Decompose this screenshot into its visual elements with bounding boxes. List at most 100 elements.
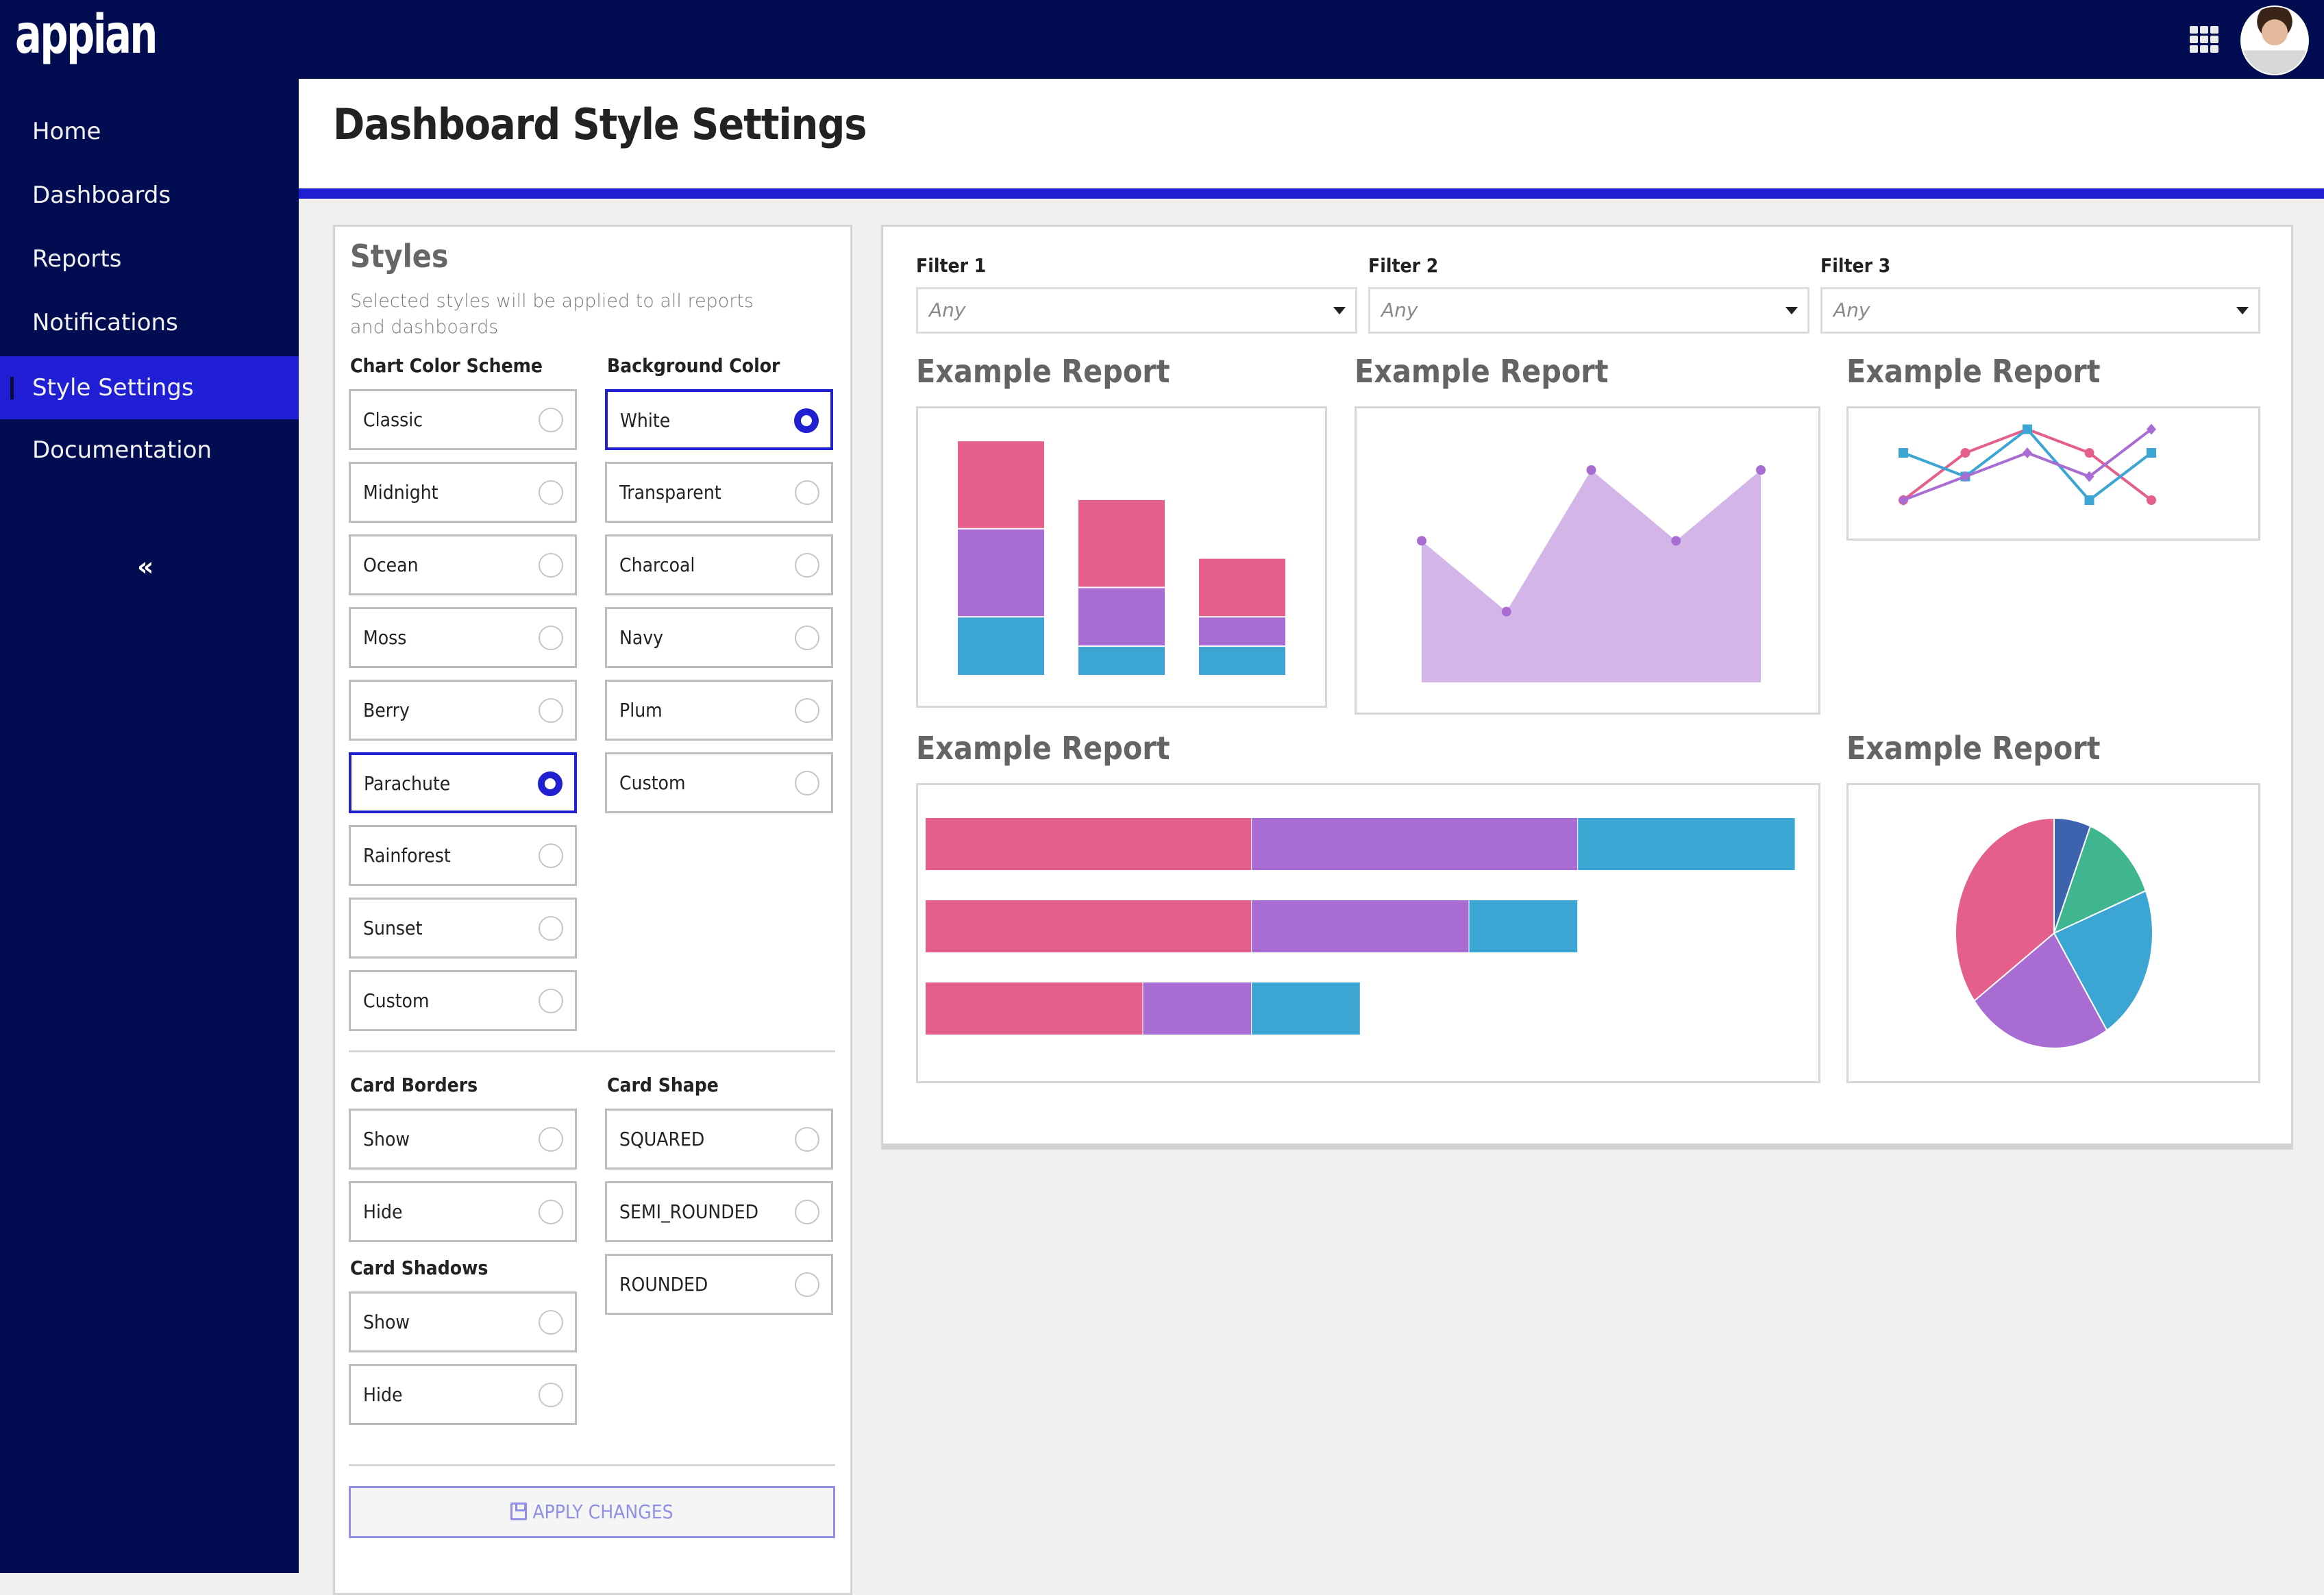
sidebar-item-home[interactable]: Home — [0, 100, 299, 163]
radio-empty-icon[interactable] — [539, 480, 563, 505]
pie-chart-svg — [1955, 817, 2153, 1049]
radio-empty-icon[interactable] — [795, 626, 819, 650]
line-point-square — [1899, 448, 1908, 458]
user-avatar[interactable] — [2240, 5, 2309, 75]
series-line — [1903, 428, 2153, 502]
line-point-square — [2147, 448, 2156, 458]
filter-3-label: Filter 3 — [1820, 254, 1891, 277]
background-color-option-navy[interactable]: Navy — [605, 607, 833, 668]
sidebar-item-label: Style Settings — [32, 374, 194, 401]
styles-description: Selected styles will be applied to all r… — [350, 290, 754, 338]
option-label: Navy — [619, 626, 664, 649]
save-icon — [510, 1503, 528, 1520]
apply-changes-button[interactable]: APPLY CHANGES — [349, 1486, 835, 1538]
card-shadows-option-show[interactable]: Show — [349, 1291, 577, 1352]
card-borders-option-hide[interactable]: Hide — [349, 1181, 577, 1242]
radio-empty-icon[interactable] — [795, 771, 819, 795]
background-color-option-charcoal[interactable]: Charcoal — [605, 534, 833, 595]
sidebar-item-documentation[interactable]: Documentation — [0, 419, 299, 482]
chart-color-scheme-option-custom[interactable]: Custom — [349, 970, 577, 1031]
appian-logo[interactable]: appian — [15, 4, 158, 66]
card-borders-option-show[interactable]: Show — [349, 1109, 577, 1170]
option-label: Parachute — [364, 772, 451, 795]
option-label: Moss — [363, 626, 407, 649]
chart-color-scheme-option-berry[interactable]: Berry — [349, 680, 577, 741]
page-title: Dashboard Style Settings — [333, 99, 867, 149]
area-point — [1501, 606, 1511, 617]
radio-empty-icon[interactable] — [539, 698, 563, 723]
filter-3-dropdown[interactable]: Any — [1820, 287, 2260, 334]
option-label: ROUNDED — [619, 1273, 708, 1296]
bar-segment — [1252, 900, 1469, 952]
filter-1-dropdown[interactable]: Any — [916, 287, 1357, 334]
chart-color-scheme-option-ocean[interactable]: Ocean — [349, 534, 577, 595]
card-shape-option-squared[interactable]: SQUARED — [605, 1109, 833, 1170]
option-label: Hide — [363, 1383, 403, 1406]
chart-color-scheme-option-sunset[interactable]: Sunset — [349, 898, 577, 959]
radio-empty-icon[interactable] — [795, 553, 819, 578]
line-chart-svg — [1899, 423, 2156, 506]
radio-empty-icon[interactable] — [539, 843, 563, 868]
card-shape-label: Card Shape — [607, 1074, 719, 1096]
stacked-column-chart — [916, 406, 1327, 708]
apps-grid-icon[interactable] — [2190, 26, 2220, 53]
radio-empty-icon[interactable] — [795, 1200, 819, 1224]
radio-empty-icon[interactable] — [795, 1127, 819, 1152]
sidebar-item-dashboards[interactable]: Dashboards — [0, 164, 299, 227]
filter-2-value: Any — [1381, 299, 1418, 321]
report-title: Example Report — [1355, 353, 1609, 390]
column-segment — [958, 617, 1044, 675]
bar-segment — [926, 818, 1252, 870]
background-color-option-transparent[interactable]: Transparent — [605, 462, 833, 523]
radio-empty-icon[interactable] — [539, 553, 563, 578]
chart-color-scheme-option-parachute[interactable]: Parachute — [349, 752, 577, 813]
radio-empty-icon[interactable] — [795, 1272, 819, 1297]
area-point — [1586, 465, 1596, 475]
sidebar-item-notifications[interactable]: Notifications — [0, 291, 299, 354]
card-shape-option-rounded[interactable]: ROUNDED — [605, 1254, 833, 1315]
radio-empty-icon[interactable] — [795, 480, 819, 505]
option-label: Show — [363, 1311, 410, 1333]
section-divider — [349, 1464, 835, 1466]
bar-segment — [1252, 982, 1360, 1035]
radio-selected-icon[interactable] — [538, 771, 563, 796]
area-point — [1671, 536, 1681, 546]
chart-color-scheme-option-moss[interactable]: Moss — [349, 607, 577, 668]
radio-empty-icon[interactable] — [539, 989, 563, 1013]
page-header: Dashboard Style Settings — [299, 79, 2324, 188]
card-shadows-option-hide[interactable]: Hide — [349, 1364, 577, 1425]
bar-segment — [926, 900, 1252, 952]
radio-empty-icon[interactable] — [539, 1383, 563, 1407]
option-label: SQUARED — [619, 1128, 705, 1150]
radio-empty-icon[interactable] — [539, 1127, 563, 1152]
sidebar-item-style-settings[interactable]: Style Settings — [0, 356, 299, 419]
card-shape-option-semi-rounded[interactable]: SEMI_ROUNDED — [605, 1181, 833, 1242]
option-label: SEMI_ROUNDED — [619, 1200, 758, 1223]
radio-empty-icon[interactable] — [539, 626, 563, 650]
radio-selected-icon[interactable] — [794, 408, 819, 433]
chart-color-scheme-option-midnight[interactable]: Midnight — [349, 462, 577, 523]
radio-empty-icon[interactable] — [539, 1200, 563, 1224]
background-color-option-custom[interactable]: Custom — [605, 752, 833, 813]
filter-1-value: Any — [929, 299, 966, 321]
radio-empty-icon[interactable] — [539, 916, 563, 941]
option-label: Show — [363, 1128, 410, 1150]
series-line — [1902, 428, 2153, 502]
bar-segment — [926, 982, 1143, 1035]
radio-empty-icon[interactable] — [539, 408, 563, 432]
collapse-sidebar-icon[interactable]: « — [137, 552, 154, 582]
background-color-option-plum[interactable]: Plum — [605, 680, 833, 741]
background-color-option-white[interactable]: White — [605, 389, 833, 450]
chart-color-scheme-option-classic[interactable]: Classic — [349, 389, 577, 450]
radio-empty-icon[interactable] — [795, 698, 819, 723]
area-point — [1756, 465, 1766, 475]
filter-2-dropdown[interactable]: Any — [1368, 287, 1809, 334]
radio-empty-icon[interactable] — [539, 1310, 563, 1335]
area-point — [1417, 536, 1426, 546]
stacked-bar-chart-svg — [926, 818, 1795, 1035]
chart-color-scheme-option-rainforest[interactable]: Rainforest — [349, 825, 577, 886]
area-chart — [1355, 406, 1820, 715]
option-label: Rainforest — [363, 844, 451, 867]
report-title: Example Report — [916, 730, 1170, 767]
sidebar-item-reports[interactable]: Reports — [0, 227, 299, 290]
